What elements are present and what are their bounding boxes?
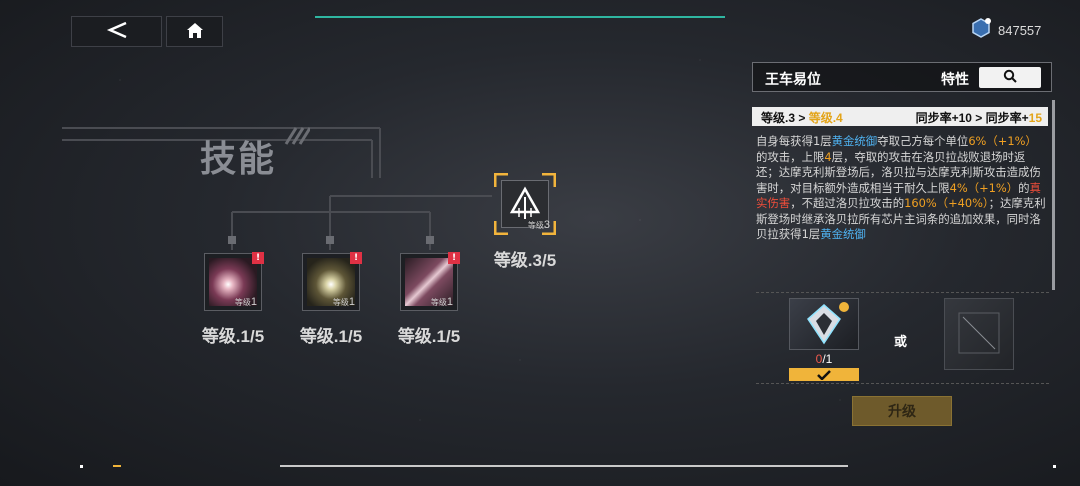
material-slot-chip[interactable]: 0/1 [789,298,859,382]
home-icon [185,21,205,43]
skill-node-1-level-tag: 等级1 [234,296,257,308]
skill-node-3-level-tag: 等级1 [430,296,453,308]
magnifier-icon [1003,68,1017,87]
trait-label: 特性 [941,72,969,88]
skill-node-2-level-tag: 等级1 [332,296,355,308]
skill-node-4-label: 等级.3/5 [493,251,557,270]
level-compare-bar: 等级.3 > 等级.4 同步率+10 > 同步率+15 [752,107,1048,126]
level-next: 等级.4 [808,111,843,125]
level-arrow: > [795,111,809,125]
chip-icon [789,298,859,350]
skill-node-3-label: 等级.1/5 [397,327,461,346]
sync-current: 同步率+10 [915,111,972,125]
stripes-decoration [284,127,310,145]
currency-display: 847557 [970,18,1041,42]
skill-node-4-selected[interactable]: 等级3 [494,173,556,235]
sync-next-prefix: 同步率+ [985,111,1029,125]
skill-node-2[interactable]: 等级1 ! [302,252,362,311]
skill-node-3[interactable]: 等级1 ! [400,252,460,311]
currency-value: 847557 [998,22,1042,38]
checkmark-icon [789,368,859,381]
top-title-bar [315,0,725,18]
skill-node-1-label: 等级.1/5 [201,327,265,346]
empty-slot-icon [958,312,1000,354]
description-scrollbar[interactable] [1052,100,1055,290]
panel-header: 王车易位 特性 [752,62,1052,92]
keyword-golden-dominion: 黄金统御 [820,227,866,241]
trait-search-button[interactable] [979,67,1041,88]
keyword-golden-dominion: 黄金统御 [831,134,878,148]
alert-icon: ! [448,252,460,264]
alert-icon: ! [252,252,264,264]
material-count: 0/1 [815,352,833,366]
material-slot-empty[interactable] [944,298,1014,370]
skills-title: 技能 [200,139,277,180]
back-button[interactable] [71,16,162,47]
skill-node-4-level-tag: 等级3 [527,219,550,231]
upgrade-button[interactable]: 升级 [852,396,952,426]
alert-icon: ! [350,252,362,264]
sync-arrow: > [971,111,986,125]
or-label: 或 [894,335,908,350]
page-indicator-line [280,465,848,467]
gem-icon [970,17,992,43]
skill-description: 自身每获得1层黄金统御夺取己方每个单位6%（+1%）的攻击，上限4层，夺取的攻击… [756,134,1046,241]
level-current: 等级.3 [761,111,796,125]
skill-name: 王车易位 [765,72,821,88]
sync-next-value: 15 [1028,111,1042,125]
chevron-left-icon [106,21,128,43]
skill-node-1[interactable]: 等级1 ! [204,252,264,311]
skill-node-2-label: 等级.1/5 [299,327,363,346]
home-button[interactable] [166,16,223,47]
